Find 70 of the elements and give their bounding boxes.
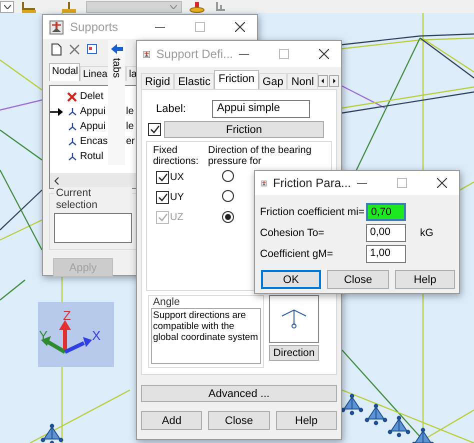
list-item[interactable]: Rotul [80, 151, 107, 162]
window-title: Support Defi... [156, 47, 233, 61]
list-item[interactable]: Appui [80, 106, 107, 117]
field-label: Coefficient gM= [260, 248, 334, 260]
column-header: Direction of the bearing pressure for [208, 145, 312, 167]
group-title: Angle [151, 296, 182, 308]
selection-field[interactable] [54, 213, 132, 243]
window-title: Friction Para... [272, 176, 351, 190]
value-field[interactable]: 1,00 [366, 244, 406, 262]
tab[interactable]: Elastic [174, 73, 214, 89]
window-icon[interactable] [87, 44, 97, 54]
arrow-icon[interactable] [110, 44, 122, 54]
checkbox-label: UX [170, 172, 184, 182]
radio-button[interactable] [222, 170, 234, 182]
advanced-button[interactable]: Advanced ... [141, 385, 337, 402]
tab[interactable]: Nonl [287, 73, 318, 89]
close-icon[interactable] [319, 49, 329, 59]
axis-label: Z [63, 308, 71, 323]
field-label: Friction coefficient mi= [260, 206, 366, 218]
side-panel[interactable]: tabs [108, 40, 125, 165]
scroll-right-icon[interactable] [328, 75, 339, 87]
chevron-down-icon [4, 5, 10, 9]
label-field[interactable]: Appui simple [212, 100, 310, 118]
list-item-fragment: le [126, 121, 135, 132]
info-text: Support directions are compatible with the global coordinate system [151, 308, 261, 364]
list-item[interactable]: Encas [80, 136, 107, 147]
value-field[interactable]: 0,00 [366, 224, 406, 242]
direction-drawing [281, 309, 307, 329]
checkbox[interactable] [148, 123, 161, 136]
field-label: Cohesion To= [260, 226, 326, 238]
scroll-left-icon[interactable] [318, 75, 328, 87]
dialog-button[interactable]: Help [276, 411, 337, 430]
scroll-left-icon[interactable] [54, 176, 59, 184]
dropdown-field[interactable] [0, 1, 14, 13]
group-title: Current selection [54, 187, 132, 211]
horizontal-scrollbar[interactable] [50, 173, 136, 188]
close-icon[interactable] [235, 22, 245, 32]
column-header: Fixed directions: [153, 145, 200, 167]
dialog-button[interactable]: Close [327, 270, 389, 289]
checkbox-label: UY [170, 192, 184, 202]
friction-button[interactable]: Friction [164, 121, 324, 138]
list-item[interactable]: Appui [80, 121, 107, 132]
new-document-icon[interactable] [51, 42, 62, 56]
axis-label: X [92, 328, 101, 343]
checkbox[interactable] [156, 190, 169, 204]
list-item[interactable]: Delet [80, 91, 107, 102]
tab[interactable]: Rigid [141, 73, 174, 89]
checkbox-label: UZ [170, 212, 184, 222]
chevron-down-icon [170, 5, 177, 9]
tab[interactable]: la [126, 66, 137, 81]
dialog-button[interactable]: Help [395, 270, 455, 289]
delete-icon [67, 92, 77, 102]
tab[interactable]: Gap [258, 73, 288, 89]
value-field[interactable]: 0,70 [366, 202, 406, 220]
dialog-button[interactable]: OK [261, 270, 321, 289]
window-title: Supports [70, 20, 118, 34]
list-item-fragment: er [126, 136, 135, 147]
dialog-button[interactable]: Add [141, 411, 202, 430]
delete-icon[interactable] [69, 44, 80, 54]
dialog-button[interactable]: Close [208, 411, 270, 430]
unit-label: kG [419, 226, 434, 238]
checkbox[interactable] [156, 170, 169, 184]
close-icon[interactable] [437, 178, 447, 188]
list-item-fragment: le [126, 106, 135, 117]
direction-button[interactable]: Direction [269, 345, 319, 361]
tab[interactable]: Nodal [49, 63, 80, 81]
radio-button[interactable] [222, 190, 234, 202]
field-label: Label: [156, 103, 186, 115]
dropdown-field[interactable] [86, 1, 182, 13]
tab[interactable]: Friction [214, 70, 259, 89]
